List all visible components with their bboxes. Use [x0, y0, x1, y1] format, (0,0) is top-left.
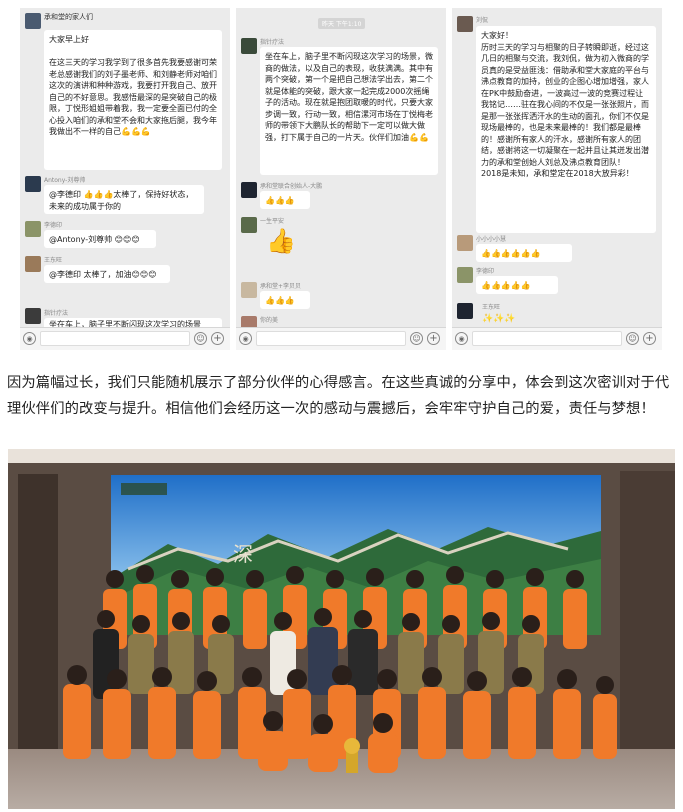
message-sender: 刘侃	[476, 17, 489, 24]
message-input[interactable]	[256, 331, 406, 346]
message-sender: 指针疗法	[44, 310, 69, 317]
chat-screenshots: 承和堂的家人们 大家早上好 在这三天的学习我学到了很多首先我要感谢可荣老总感谢我…	[0, 0, 683, 355]
message-bubble: @李德印 👍👍👍太棒了，保持好状态，未来的成功属于你的	[44, 185, 204, 214]
message-sender: 王东旺	[482, 304, 501, 311]
message-sender: 承和堂+李贝贝	[260, 283, 302, 290]
avatar	[457, 303, 473, 319]
message-bubble: 👍👍👍👍👍👍	[476, 244, 572, 262]
avatar	[25, 13, 41, 29]
message-sender: 指针疗法	[260, 39, 285, 46]
group-photo-illustration: 深	[8, 449, 675, 809]
message-bubble: 👍👍👍👍👍	[476, 276, 558, 294]
message-sender: 李德印	[476, 268, 495, 275]
message-bubble: 大家好！ 历时三天的学习与相聚的日子转瞬即逝，经过这几日的相聚与交流，我刘侃，做…	[476, 26, 656, 233]
chat-screenshot-3: 刘侃 大家好！ 历时三天的学习与相聚的日子转瞬即逝，经过这几日的相聚与交流，我刘…	[452, 8, 662, 350]
chat-input-bar: ◉ ☺ +	[452, 327, 662, 350]
message-input[interactable]	[472, 331, 622, 346]
group-photo: 深	[8, 449, 675, 809]
sparkle-sticker: ✨✨✨	[482, 314, 516, 324]
chat-screenshot-2: 昨天 下午1:10 指针疗法 坐在车上，脑子里不断闪现这次学习的场景，微商的做法…	[236, 8, 446, 350]
emoji-icon[interactable]: ☺	[410, 332, 423, 345]
plus-icon[interactable]: +	[427, 332, 440, 345]
article-caption: 因为篇幅过长，我们只能随机展示了部分伙伴的心得感言。在这些真诚的分享中，体会到这…	[7, 375, 670, 417]
avatar	[25, 308, 41, 324]
avatar	[25, 176, 41, 192]
avatar	[457, 16, 473, 32]
avatar	[241, 217, 257, 233]
avatar	[457, 235, 473, 251]
emoji-icon[interactable]: ☺	[194, 332, 207, 345]
message-bubble: 👍👍👍	[260, 291, 310, 309]
chat-input-bar: ◉ ☺ +	[236, 327, 446, 350]
avatar	[241, 182, 257, 198]
message-bubble: 大家早上好 在这三天的学习我学到了很多首先我要感谢可荣老总感谢我们的刘子墨老师、…	[44, 30, 222, 170]
message-bubble: @Antony-刘尊帅 😊😊😊	[44, 230, 156, 248]
message-sender: 李德印	[44, 222, 63, 229]
thumbs-up-sticker: 👍	[266, 227, 296, 255]
voice-icon[interactable]: ◉	[455, 332, 468, 345]
chat-screenshot-1: 承和堂的家人们 大家早上好 在这三天的学习我学到了很多首先我要感谢可荣老总感谢我…	[20, 8, 230, 350]
avatar	[25, 256, 41, 272]
message-sender: 王东旺	[44, 257, 63, 264]
message-sender: 一生平安	[260, 218, 285, 225]
message-input[interactable]	[40, 331, 190, 346]
avatar	[241, 38, 257, 54]
avatar	[457, 267, 473, 283]
message-bubble: @李德印 太棒了，加油😊😊😊	[44, 265, 170, 283]
avatar	[25, 221, 41, 237]
message-bubble: 👍👍👍	[260, 191, 310, 209]
message-sender: 小小小小慧	[476, 236, 507, 243]
voice-icon[interactable]: ◉	[239, 332, 252, 345]
message-sender: Antony-刘尊帅	[44, 177, 86, 184]
message-sender: 你的美	[260, 317, 279, 324]
screen-text: 深	[233, 542, 253, 566]
message-sender: 承和堂的家人们	[44, 13, 93, 21]
plus-icon[interactable]: +	[643, 332, 656, 345]
timestamp: 昨天 下午1:10	[318, 18, 366, 29]
avatar	[241, 282, 257, 298]
emoji-icon[interactable]: ☺	[626, 332, 639, 345]
voice-icon[interactable]: ◉	[23, 332, 36, 345]
message-bubble: 坐在车上，脑子里不断闪现这次学习的场景，微商的做法，以及自己的表现，收获满满。其…	[260, 47, 438, 175]
message-sender: 承和堂联合创始人-大鹏	[260, 183, 323, 190]
chat-input-bar: ◉ ☺ +	[20, 327, 230, 350]
plus-icon[interactable]: +	[211, 332, 224, 345]
